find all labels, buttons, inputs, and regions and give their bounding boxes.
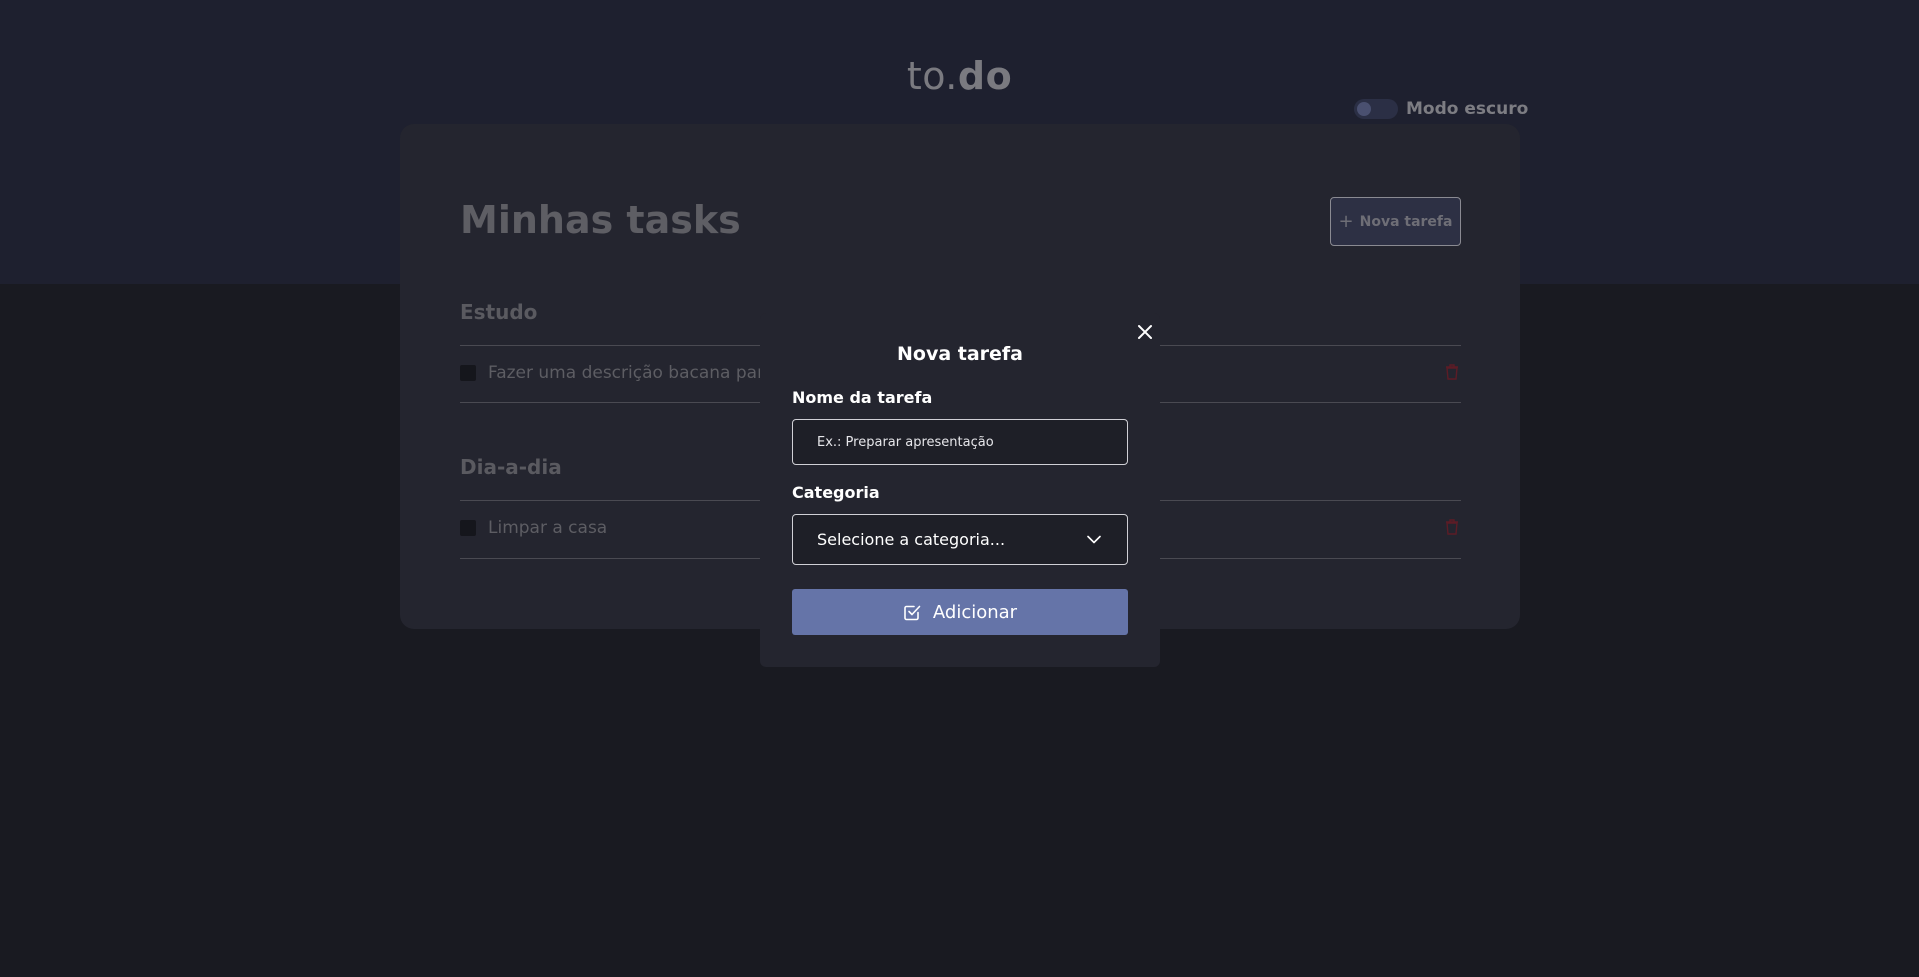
new-task-button[interactable]: + Nova tarefa xyxy=(1330,197,1461,246)
category-label: Categoria xyxy=(792,483,880,502)
modal-title: Nova tarefa xyxy=(896,343,1024,365)
close-button[interactable] xyxy=(1134,321,1156,343)
task-checkbox[interactable] xyxy=(460,520,476,536)
plus-icon: + xyxy=(1338,211,1354,232)
dark-mode-label: Modo escuro xyxy=(1406,99,1529,119)
logo-bold-text: do xyxy=(957,54,1013,98)
dark-mode-toggle[interactable]: Modo escuro xyxy=(1354,98,1528,120)
add-task-button[interactable]: Adicionar xyxy=(792,589,1128,635)
category-select-value: Selecione a categoria... xyxy=(817,530,1006,549)
task-text: Fazer uma descrição bacana para xyxy=(488,363,775,383)
category-heading: Dia-a-dia xyxy=(460,455,562,479)
page-title: Minhas tasks xyxy=(460,198,741,242)
checkbox-check-icon xyxy=(904,605,921,621)
chevron-down-icon xyxy=(1087,535,1101,544)
add-task-button-label: Adicionar xyxy=(932,601,1018,623)
logo-light-text: to. xyxy=(906,54,958,98)
new-task-button-label: Nova tarefa xyxy=(1359,213,1453,230)
trash-icon[interactable] xyxy=(1445,519,1459,535)
app-logo: to.do xyxy=(0,54,1919,98)
task-checkbox[interactable] xyxy=(460,365,476,381)
toggle-switch[interactable] xyxy=(1354,99,1398,119)
task-name-input[interactable] xyxy=(792,419,1128,465)
category-heading: Estudo xyxy=(460,300,538,324)
new-task-modal: Nova tarefa Nome da tarefa Categoria Sel… xyxy=(760,313,1160,667)
trash-icon[interactable] xyxy=(1445,364,1459,380)
task-text: Limpar a casa xyxy=(488,518,608,538)
category-select[interactable]: Selecione a categoria... xyxy=(792,514,1128,565)
toggle-knob xyxy=(1357,102,1371,116)
task-name-label: Nome da tarefa xyxy=(792,388,933,407)
close-icon xyxy=(1138,325,1152,339)
